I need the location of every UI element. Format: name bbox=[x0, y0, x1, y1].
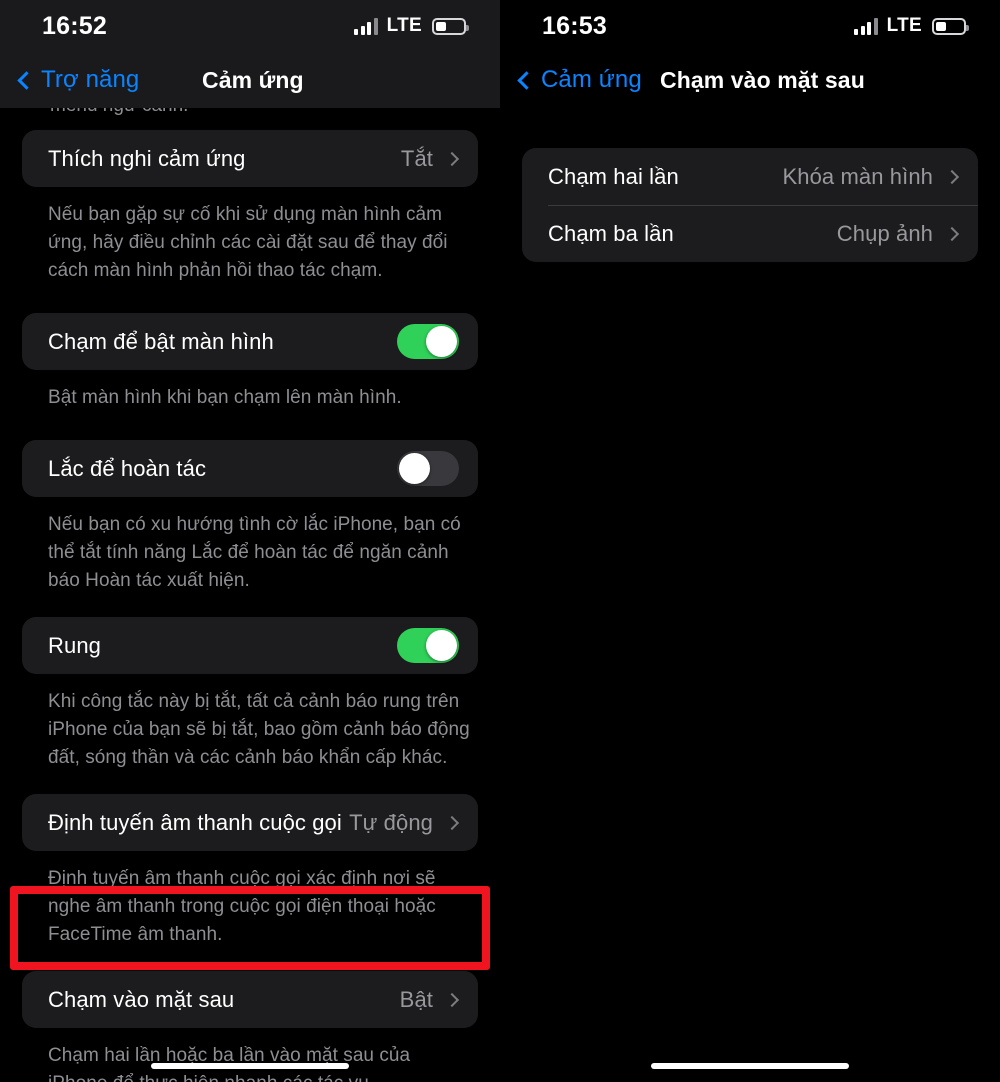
row-value: Bật bbox=[399, 986, 433, 1012]
settings-group-shake-to-undo: Lắc để hoàn tác bbox=[22, 440, 478, 497]
settings-group-back-tap-actions: Chạm hai lần Khóa màn hình Chạm ba lần C… bbox=[522, 148, 978, 262]
chevron-right-icon bbox=[444, 815, 460, 830]
left-phone-screen: 16:52 LTE Trợ năng Cảm ứng menu ngữ cảnh… bbox=[0, 0, 500, 1082]
status-bar-clock: 16:52 bbox=[42, 11, 107, 40]
footnote-call-audio-routing: Định tuyến âm thanh cuộc gọi xác định nơ… bbox=[48, 868, 436, 945]
back-button-label: Cảm ứng bbox=[541, 66, 642, 93]
row-accessory: Tự động bbox=[349, 809, 460, 836]
row-accessory: Bật bbox=[399, 986, 460, 1013]
carrier-label: LTE bbox=[886, 15, 922, 36]
settings-group-call-audio-routing: Định tuyến âm thanh cuộc gọi Tự động bbox=[22, 794, 478, 851]
status-bar: 16:52 LTE bbox=[0, 0, 500, 52]
chevron-left-icon bbox=[17, 70, 36, 90]
navigation-bar: Cảm ứng Chạm vào mặt sau bbox=[500, 52, 1000, 108]
row-label: Chạm ba lần bbox=[548, 220, 674, 246]
row-label: Chạm để bật màn hình bbox=[48, 328, 274, 354]
footnote-tap-to-wake: Bật màn hình khi bạn chạm lên màn hình. bbox=[48, 387, 402, 408]
clipped-footnote-text: menu ngữ cảnh. bbox=[50, 108, 188, 117]
row-accessory: Tắt bbox=[400, 145, 460, 172]
row-rung[interactable]: Rung bbox=[22, 617, 478, 674]
row-cham-vao-mat-sau[interactable]: Chạm vào mặt sau Bật bbox=[22, 971, 478, 1028]
toggle-tap-to-wake[interactable] bbox=[397, 324, 459, 359]
settings-group-vibration: Rung bbox=[22, 617, 478, 674]
settings-list: Chạm hai lần Khóa màn hình Chạm ba lần C… bbox=[500, 108, 1000, 262]
footnote-vibration: Khi công tắc này bị tắt, tất cả cảnh báo… bbox=[48, 691, 470, 768]
row-dinh-tuyen-am-thanh-cuoc-goi[interactable]: Định tuyến âm thanh cuộc gọi Tự động bbox=[22, 794, 478, 851]
status-bar-indicators: LTE bbox=[854, 15, 969, 37]
back-button[interactable]: Trợ năng bbox=[14, 66, 139, 94]
row-thich-nghi-cam-ung[interactable]: Thích nghi cảm ứng Tắt bbox=[22, 130, 478, 187]
row-value: Tự động bbox=[349, 809, 433, 835]
footnote-back-tap: Chạm hai lần hoặc ba lần vào mặt sau của… bbox=[48, 1045, 411, 1082]
chevron-right-icon bbox=[944, 169, 960, 184]
row-value: Khóa màn hình bbox=[782, 163, 933, 189]
status-bar-indicators: LTE bbox=[354, 15, 469, 37]
row-value: Tắt bbox=[400, 145, 433, 171]
toggle-shake-to-undo[interactable] bbox=[397, 451, 459, 486]
battery-icon bbox=[432, 17, 469, 35]
row-label: Chạm vào mặt sau bbox=[48, 986, 235, 1012]
chevron-right-icon bbox=[444, 151, 460, 166]
footnote-shake-to-undo: Nếu bạn có xu hướng tình cờ lắc iPhone, … bbox=[48, 514, 461, 591]
row-label: Thích nghi cảm ứng bbox=[48, 145, 246, 171]
home-indicator bbox=[651, 1063, 849, 1069]
navigation-bar: Trợ năng Cảm ứng bbox=[0, 52, 500, 108]
settings-list: menu ngữ cảnh. Thích nghi cảm ứng Tắt Nế… bbox=[0, 108, 500, 1082]
carrier-label: LTE bbox=[386, 15, 422, 36]
settings-group-adaptive-touch: Thích nghi cảm ứng Tắt bbox=[22, 130, 478, 187]
battery-icon bbox=[932, 17, 969, 35]
row-label: Chạm hai lần bbox=[548, 163, 679, 189]
back-button-label: Trợ năng bbox=[41, 66, 140, 93]
page-title: Cảm ứng bbox=[202, 66, 304, 93]
right-phone-screen: 16:53 LTE Cảm ứng Chạm vào mặt sau Chạm … bbox=[500, 0, 1000, 1082]
cellular-bars-icon bbox=[354, 17, 378, 35]
row-cham-hai-lan[interactable]: Chạm hai lần Khóa màn hình bbox=[522, 148, 978, 205]
chevron-right-icon bbox=[444, 992, 460, 1007]
row-label: Rung bbox=[48, 632, 101, 658]
status-bar-clock: 16:53 bbox=[542, 11, 607, 40]
cellular-bars-icon bbox=[854, 17, 878, 35]
chevron-right-icon bbox=[944, 226, 960, 241]
page-title: Chạm vào mặt sau bbox=[660, 66, 865, 93]
footnote-adaptive-touch: Nếu bạn gặp sự cố khi sử dụng màn hình c… bbox=[48, 204, 448, 281]
row-label: Lắc để hoàn tác bbox=[48, 455, 207, 481]
row-accessory: Khóa màn hình bbox=[782, 163, 960, 190]
dual-screenshot-container: 16:52 LTE Trợ năng Cảm ứng menu ngữ cảnh… bbox=[0, 0, 1000, 1082]
row-cham-de-bat-man-hinh[interactable]: Chạm để bật màn hình bbox=[22, 313, 478, 370]
row-accessory: Chụp ảnh bbox=[836, 220, 960, 247]
row-label: Định tuyến âm thanh cuộc gọi bbox=[48, 809, 342, 835]
home-indicator bbox=[151, 1063, 349, 1069]
row-value: Chụp ảnh bbox=[836, 220, 933, 246]
toggle-vibration[interactable] bbox=[397, 628, 459, 663]
settings-group-tap-to-wake: Chạm để bật màn hình bbox=[22, 313, 478, 370]
chevron-left-icon bbox=[517, 70, 536, 90]
row-lac-de-hoan-tac[interactable]: Lắc để hoàn tác bbox=[22, 440, 478, 497]
settings-group-back-tap: Chạm vào mặt sau Bật bbox=[22, 971, 478, 1028]
back-button[interactable]: Cảm ứng bbox=[514, 66, 642, 94]
clipped-footnote: menu ngữ cảnh. bbox=[22, 108, 478, 130]
row-cham-ba-lan[interactable]: Chạm ba lần Chụp ảnh bbox=[522, 205, 978, 262]
status-bar: 16:53 LTE bbox=[500, 0, 1000, 52]
